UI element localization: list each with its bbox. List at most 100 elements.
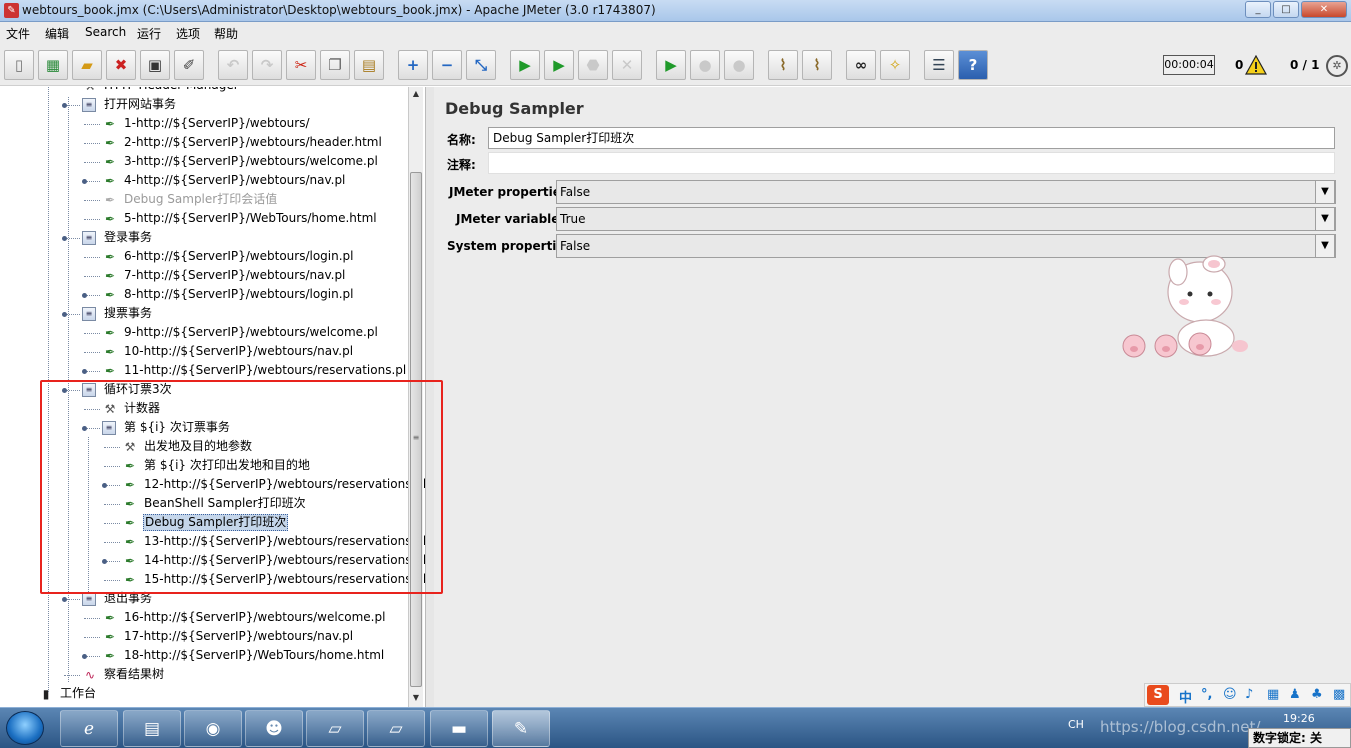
toggle-icon[interactable]: ⤡ xyxy=(466,50,496,80)
templates-icon[interactable]: ▦ xyxy=(38,50,68,80)
copy-icon[interactable]: ❐ xyxy=(320,50,350,80)
tree-connector xyxy=(84,257,100,258)
tree-expand-handle[interactable] xyxy=(82,654,87,659)
toolbox-icon[interactable]: ▩ xyxy=(1333,687,1345,702)
tree-expand-handle[interactable] xyxy=(62,312,67,317)
menu-edit[interactable]: 编辑 xyxy=(45,25,69,42)
function-helper-icon[interactable]: ☰ xyxy=(924,50,954,80)
remote-stop-icon[interactable]: ● xyxy=(690,50,720,80)
taskbar-jmeter[interactable]: ✎ xyxy=(492,710,550,747)
gear-icon[interactable]: ✲ xyxy=(1326,55,1348,77)
tree-expand-handle[interactable] xyxy=(62,103,67,108)
taskbar-ie[interactable]: ℯ xyxy=(60,710,118,747)
punctuation-icon[interactable]: °, xyxy=(1201,687,1212,702)
ime-toolbar: S 中 °, ☺ ♪ ▦ ♟ ♣ ▩ xyxy=(1144,683,1351,707)
start-button[interactable] xyxy=(6,711,44,745)
redo-icon[interactable]: ↷ xyxy=(252,50,282,80)
chevron-down-icon[interactable]: ▼ xyxy=(1315,180,1335,204)
comment-field[interactable] xyxy=(488,152,1335,174)
sampler-icon: ✒ xyxy=(104,630,116,644)
taskbar-loadrunner[interactable]: ☻ xyxy=(245,710,303,747)
skin-icon[interactable]: ♣ xyxy=(1311,687,1323,702)
sampler-icon: ✒ xyxy=(104,136,116,150)
tree-expand-handle[interactable] xyxy=(82,293,87,298)
tree-node-label: 6-http://${ServerIP}/webtours/login.pl xyxy=(124,249,354,263)
notepad-icon: ▱ xyxy=(389,718,403,739)
menu-help[interactable]: 帮助 xyxy=(214,25,238,42)
jmeter-variables-select[interactable]: True ▼ xyxy=(556,207,1336,231)
close-file-icon[interactable]: ✖ xyxy=(106,50,136,80)
tree-node-label: 16-http://${ServerIP}/webtours/welcome.p… xyxy=(124,610,386,624)
save-screenshot-icon[interactable]: ✐ xyxy=(174,50,204,80)
menu-options[interactable]: 选项 xyxy=(176,25,200,42)
tray-lang[interactable]: CH xyxy=(1068,718,1084,731)
user-icon[interactable]: ♟ xyxy=(1289,687,1301,702)
tree-expand-handle[interactable] xyxy=(82,179,87,184)
stop-icon[interactable]: ⬣ xyxy=(578,50,608,80)
clear-all-icon[interactable]: ⌇ xyxy=(802,50,832,80)
search-icon[interactable]: ∞ xyxy=(846,50,876,80)
listener-icon: ∿ xyxy=(84,668,96,682)
sampler-icon: ✒ xyxy=(104,212,116,226)
undo-icon[interactable]: ↶ xyxy=(218,50,248,80)
sampler-icon: ✒ xyxy=(104,174,116,188)
tree-connector xyxy=(84,333,100,334)
remote-start-icon[interactable]: ▶ xyxy=(656,50,686,80)
sogou-icon[interactable]: S xyxy=(1147,685,1169,705)
scroll-down-icon[interactable]: ▼ xyxy=(410,692,422,704)
tree-expand-handle[interactable] xyxy=(62,597,67,602)
warning-icon[interactable] xyxy=(1245,55,1267,75)
name-field[interactable]: Debug Sampler打印班次 xyxy=(488,127,1335,149)
tree-node-label: 1-http://${ServerIP}/webtours/ xyxy=(124,116,310,130)
menu-search[interactable]: Search xyxy=(85,25,126,39)
new-icon[interactable]: ▯ xyxy=(4,50,34,80)
cut-icon[interactable]: ✂ xyxy=(286,50,316,80)
tree-expand-handle[interactable] xyxy=(82,369,87,374)
scroll-up-icon[interactable]: ▲ xyxy=(410,88,422,100)
toolbar: ▯ ▦ ▰ ✖ ▣ ✐ ↶ ↷ ✂ ❐ ▤ + − ⤡ ▶ ▶ ⬣ ✕ ▶ ● … xyxy=(0,44,1351,86)
microphone-icon[interactable]: ♪ xyxy=(1245,687,1253,702)
start-icon[interactable]: ▶ xyxy=(510,50,540,80)
tree-node-label: 打开网站事务 xyxy=(104,97,177,111)
expand-all-icon[interactable]: + xyxy=(398,50,428,80)
jmeter-properties-value: False xyxy=(560,185,591,199)
taskbar-notepad2[interactable]: ▱ xyxy=(367,710,425,747)
sampler-icon: ✒ xyxy=(104,193,116,207)
clock[interactable]: 19:26 xyxy=(1283,712,1315,725)
tree-expand-handle[interactable] xyxy=(62,236,67,241)
tree-connector xyxy=(84,352,100,353)
paste-icon[interactable]: ▤ xyxy=(354,50,384,80)
open-icon[interactable]: ▰ xyxy=(72,50,102,80)
taskbar-explorer[interactable]: ▤ xyxy=(123,710,181,747)
jmeter-properties-label: JMeter properties: xyxy=(449,185,573,199)
menu-run[interactable]: 运行 xyxy=(137,25,161,42)
help-icon[interactable]: ? xyxy=(958,50,988,80)
reset-search-icon[interactable]: ✧ xyxy=(880,50,910,80)
chevron-down-icon[interactable]: ▼ xyxy=(1315,234,1335,258)
tree-connector xyxy=(84,200,100,201)
start-no-pauses-icon[interactable]: ▶ xyxy=(544,50,574,80)
ime-lang[interactable]: 中 xyxy=(1179,687,1192,706)
taskbar-notepad[interactable]: ▱ xyxy=(306,710,364,747)
jmeter-properties-select[interactable]: False ▼ xyxy=(556,180,1336,204)
minimize-button[interactable]: _ xyxy=(1245,1,1271,18)
chevron-down-icon[interactable]: ▼ xyxy=(1315,207,1335,231)
remote-shutdown-icon[interactable]: ● xyxy=(724,50,754,80)
collapse-all-icon[interactable]: − xyxy=(432,50,462,80)
keyboard-icon[interactable]: ▦ xyxy=(1267,687,1279,702)
clear-icon[interactable]: ⌇ xyxy=(768,50,798,80)
folder-icon: ▤ xyxy=(143,718,161,739)
sampler-icon: ✒ xyxy=(104,345,116,359)
maximize-button[interactable]: □ xyxy=(1273,1,1299,18)
save-icon[interactable]: ▣ xyxy=(140,50,170,80)
tree-connector xyxy=(64,675,80,676)
close-button[interactable]: ✕ xyxy=(1301,1,1347,18)
emoji-icon[interactable]: ☺ xyxy=(1223,687,1237,702)
transaction-controller-icon: ≡ xyxy=(82,231,96,245)
menu-file[interactable]: 文件 xyxy=(6,25,30,42)
shutdown-icon[interactable]: ✕ xyxy=(612,50,642,80)
taskbar-chrome[interactable]: ◉ xyxy=(184,710,242,747)
taskbar-cmd[interactable]: ▬ xyxy=(430,710,488,747)
jmeter-variables-label: JMeter variables: xyxy=(456,212,572,226)
window-title: webtours_book.jmx (C:\Users\Administrato… xyxy=(22,3,656,17)
